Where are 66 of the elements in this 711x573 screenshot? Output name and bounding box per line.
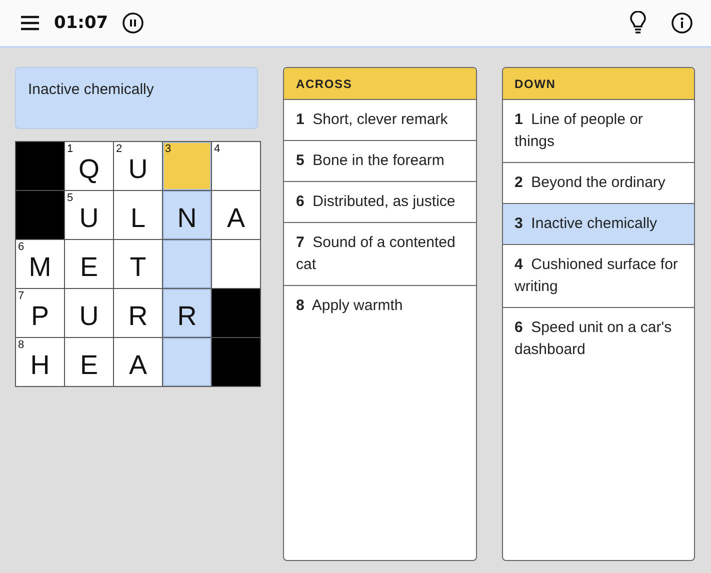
clue-item[interactable]: 5 Bone in the forearm [284, 141, 476, 182]
lightbulb-icon[interactable] [629, 11, 647, 35]
grid-cell[interactable]: R [114, 289, 162, 337]
cell-letter: P [30, 300, 49, 332]
grid-cell[interactable]: 1 Q [65, 142, 113, 190]
grid-cell[interactable]: 2 U [114, 142, 162, 190]
cell-number: 2 [116, 143, 122, 155]
blocked-cell [16, 191, 64, 239]
grid-cell[interactable]: 5 U [65, 191, 113, 239]
grid-cell[interactable]: U [65, 289, 113, 337]
grid-cell[interactable] [212, 240, 260, 288]
grid-cell[interactable]: A [212, 191, 260, 239]
grid-cell[interactable]: E [65, 240, 113, 288]
cell-letter: U [128, 154, 148, 184]
clue-item[interactable]: 6 Speed unit on a car's dashboard [502, 308, 694, 370]
menu-icon[interactable] [20, 15, 40, 31]
info-icon[interactable] [671, 12, 693, 34]
grid-cell[interactable]: 4 [212, 142, 260, 190]
cell-letter: N [177, 202, 197, 234]
cell-letter: E [80, 252, 98, 282]
clue-list-heading: DOWN [502, 68, 694, 100]
pause-icon[interactable] [122, 12, 144, 34]
cell-letter: M [28, 252, 52, 282]
cell-letter: A [226, 202, 245, 234]
grid-cell[interactable]: 3 [163, 142, 211, 190]
clue-item[interactable]: 1 Short, clever remark [284, 100, 476, 141]
grid-cell[interactable]: 6 M [16, 240, 64, 288]
grid-cell[interactable]: 8 H [16, 338, 64, 386]
grid-cell[interactable]: E [65, 338, 113, 386]
cell-number: 5 [67, 192, 74, 204]
cell-letter: E [80, 350, 98, 380]
clue-item[interactable]: 4 Cushioned surface for writing [502, 245, 694, 308]
cell-number: 4 [214, 143, 220, 155]
cell-number: 3 [165, 143, 172, 155]
cell-letter: A [128, 350, 147, 380]
cell-letter: U [79, 300, 99, 332]
cell-letter: R [128, 300, 148, 332]
grid-cell[interactable]: A [114, 338, 162, 386]
blocked-cell [212, 338, 260, 386]
blocked-cell [212, 289, 260, 337]
grid-cell[interactable]: 7 P [16, 289, 64, 337]
timer: 01:07 [54, 13, 108, 33]
current-clue-text: Inactive chemically [28, 81, 154, 98]
clue-item[interactable]: 1 Line of people or things [502, 100, 694, 163]
grid-cell[interactable]: L [114, 191, 162, 239]
cell-letter: T [130, 252, 146, 282]
grid-cell[interactable] [163, 240, 211, 288]
cell-number: 8 [18, 339, 24, 351]
cell-letter: R [177, 300, 197, 332]
cell-number: 7 [18, 290, 24, 302]
clue-item[interactable]: 7 Sound of a contented cat [284, 223, 476, 286]
clue-list-heading: ACROSS [284, 68, 476, 100]
grid-cell[interactable]: T [114, 240, 162, 288]
cell-number: 6 [18, 241, 24, 253]
clue-item[interactable]: 8 Apply warmth [284, 286, 476, 326]
grid-cell[interactable]: R [163, 289, 211, 337]
grid-cell[interactable] [163, 338, 211, 386]
blocked-cell [16, 142, 64, 190]
cell-letter: H [30, 350, 50, 380]
clue-item[interactable]: 6 Distributed, as justice [284, 182, 476, 223]
cell-number: 1 [67, 143, 74, 155]
grid-cell[interactable]: N [163, 191, 211, 239]
cell-letter: Q [78, 154, 100, 184]
clue-item[interactable]: 3 Inactive chemically [502, 204, 694, 245]
cell-letter: L [130, 202, 146, 234]
cell-letter: U [79, 202, 99, 234]
